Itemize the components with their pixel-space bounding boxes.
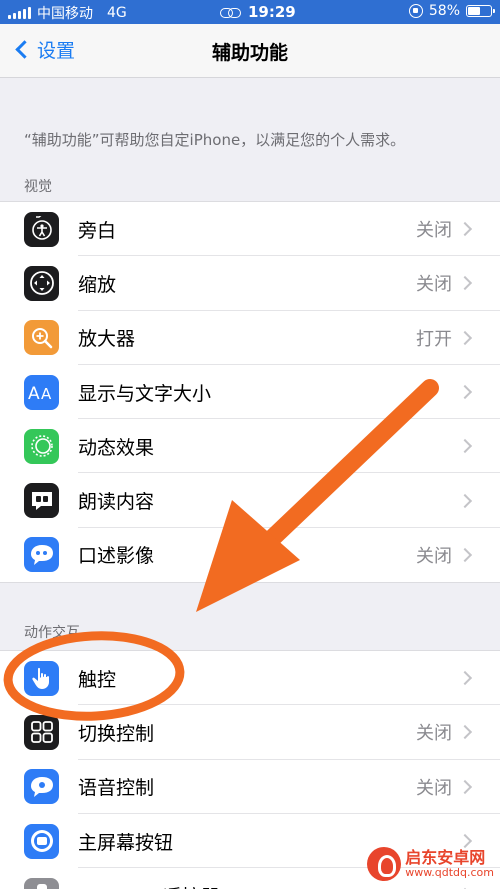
row-value: 关闭 <box>416 545 452 567</box>
rotation-lock-icon <box>408 4 423 18</box>
settings-row-voice-control[interactable]: 语音控制 关闭 <box>0 760 500 814</box>
watermark-url: www.qdtdq.com <box>405 865 494 879</box>
settings-group-vision: 旁白 关闭 缩放 关闭 放大器 打开 A A 显示与文字大小 动态效果 朗读内容 口述影像 关闭 <box>0 201 500 584</box>
page-description: “辅助功能”可帮助您自定iPhone，以满足您的个人需求。 <box>24 131 406 149</box>
chevron-right-icon <box>457 493 473 508</box>
voice-control-icon <box>24 769 59 805</box>
row-label: 主屏幕按钮 <box>78 831 174 854</box>
row-label: 触控 <box>78 668 117 691</box>
settings-row-touch[interactable]: 触控 <box>0 651 500 706</box>
battery-icon <box>466 5 495 17</box>
clock: 19:29 <box>248 3 296 21</box>
motion-icon <box>24 428 59 464</box>
section-header-vision: 视觉 <box>24 179 52 195</box>
chevron-right-icon <box>457 671 473 686</box>
row-label: 语音控制 <box>78 777 155 800</box>
row-label: 放大器 <box>78 328 136 351</box>
settings-row-zoom[interactable]: 缩放 关闭 <box>0 256 500 311</box>
status-right: 58% <box>408 3 495 19</box>
home-button-icon <box>24 823 59 859</box>
row-label: 显示与文字大小 <box>78 382 212 405</box>
section-header-physical: 动作交互 <box>24 625 80 641</box>
battery-percent: 58% <box>428 3 460 19</box>
text-size-icon: AA <box>24 374 59 410</box>
chevron-right-icon <box>457 439 473 454</box>
row-value: 打开 <box>416 328 452 350</box>
watermark: 启东安卓网 www.qdtdq.com <box>367 847 494 881</box>
status-left: 中国移动 4G <box>8 3 127 23</box>
switch-control-icon <box>24 714 59 750</box>
link-icon <box>220 6 241 18</box>
navigation-bar: 设置 辅助功能 <box>0 24 500 78</box>
chevron-right-icon <box>457 222 473 237</box>
svg-text:A: A <box>41 385 52 402</box>
chevron-right-icon <box>457 725 473 740</box>
row-label: Apple TV遥控器 <box>78 882 220 889</box>
settings-row-text-size[interactable]: A A 显示与文字大小 <box>0 365 500 420</box>
touch-icon <box>24 660 59 696</box>
chevron-right-icon <box>457 384 473 400</box>
row-value: 关闭 <box>416 777 452 799</box>
chevron-right-icon <box>457 330 473 345</box>
row-label: 动态效果 <box>78 436 155 459</box>
signal-icon <box>8 7 31 19</box>
watermark-logo-icon <box>367 847 402 881</box>
settings-row-motion[interactable]: 动态效果 <box>0 419 500 474</box>
settings-row-magnifier[interactable]: 放大器 打开 <box>0 311 500 365</box>
settings-row-switch-control[interactable]: 切换控制 关闭 <box>0 705 500 760</box>
row-label: 口述影像 <box>78 545 155 568</box>
status-bar: 中国移动 4G 19:29 58% <box>0 0 500 24</box>
chevron-right-icon <box>457 833 473 849</box>
voiceover-icon <box>24 211 59 247</box>
svg-text:A: A <box>28 384 40 402</box>
row-label: 旁白 <box>78 219 117 242</box>
apple-tv-remote-icon <box>24 877 59 889</box>
row-label: 切换控制 <box>78 722 155 745</box>
page-title: 辅助功能 <box>211 42 288 64</box>
carrier-label: 中国移动 <box>37 6 93 22</box>
magnifier-icon <box>24 320 59 356</box>
status-center: 19:29 <box>220 3 296 21</box>
network-type: 4G <box>107 5 127 21</box>
chevron-right-icon <box>457 276 473 291</box>
watermark-name: 启东安卓网 <box>405 847 486 867</box>
settings-row-voiceover[interactable]: 旁白 关闭 <box>0 202 500 257</box>
row-value: 关闭 <box>416 220 452 242</box>
row-label: 朗读内容 <box>78 491 155 514</box>
settings-row-spoken-content[interactable]: 朗读内容 <box>0 473 500 528</box>
row-label: 缩放 <box>78 273 117 296</box>
settings-row-audio-description[interactable]: 口述影像 关闭 <box>0 528 500 582</box>
chevron-right-icon <box>457 779 473 794</box>
zoom-icon <box>24 265 59 301</box>
row-value: 关闭 <box>416 274 452 296</box>
audio-description-icon <box>24 537 59 573</box>
spoken-content-icon <box>24 483 59 519</box>
chevron-right-icon <box>457 547 473 562</box>
row-value: 关闭 <box>416 723 452 745</box>
